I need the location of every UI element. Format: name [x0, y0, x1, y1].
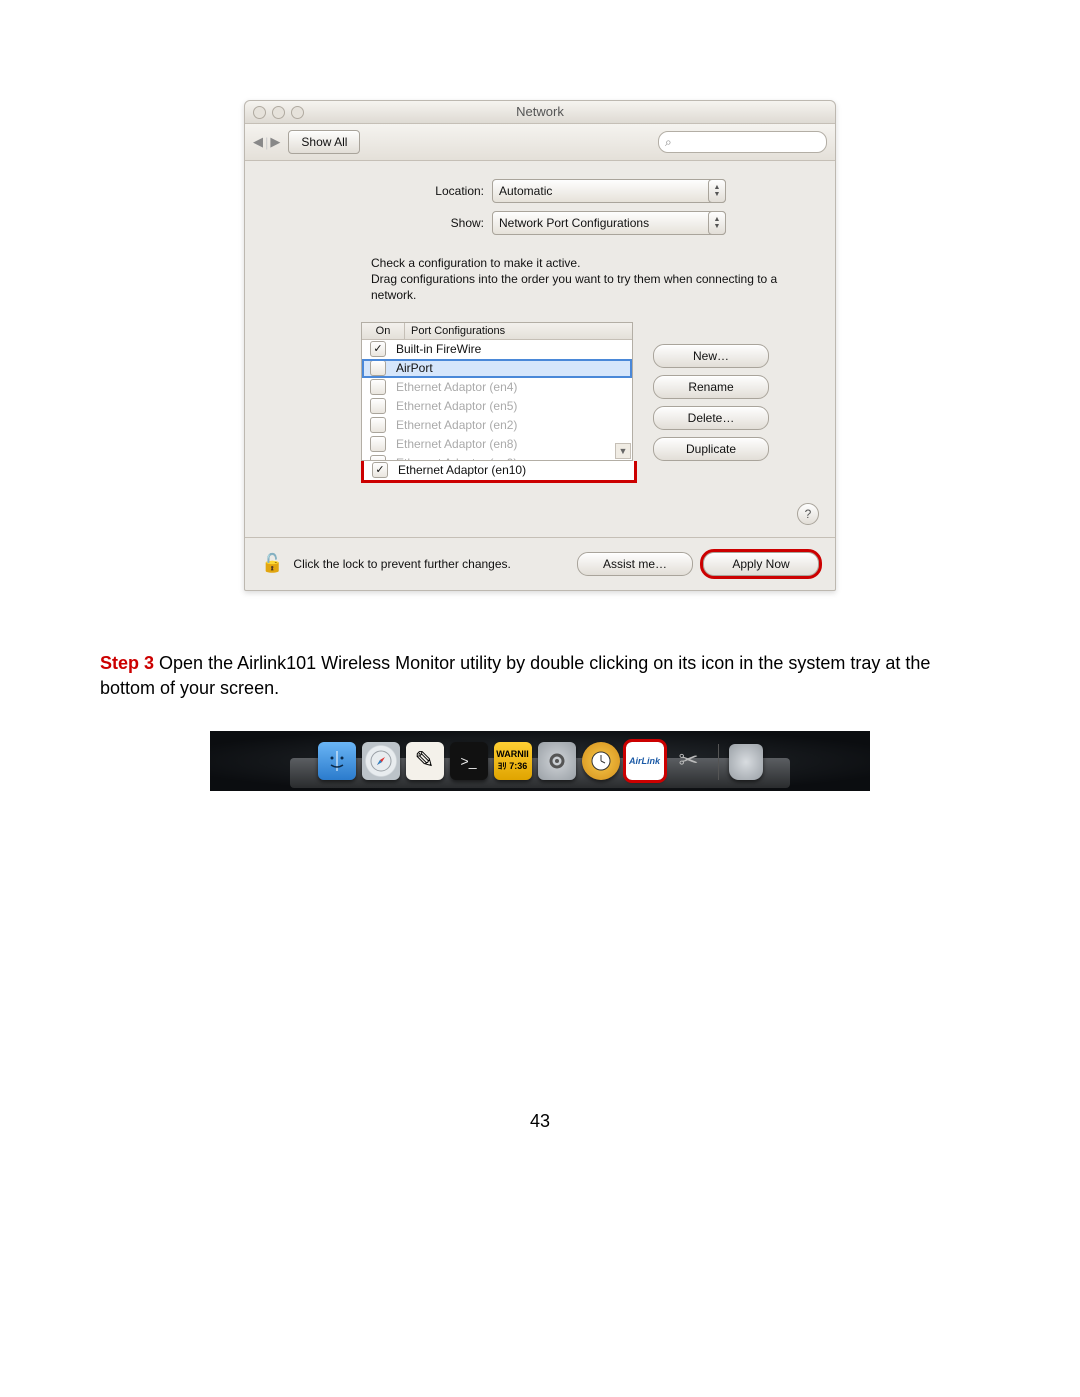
assist-button[interactable]: Assist me…: [577, 552, 693, 576]
delete-button[interactable]: Delete…: [653, 406, 769, 430]
duplicate-button[interactable]: Duplicate: [653, 437, 769, 461]
location-label: Location:: [354, 184, 484, 198]
port-config-table: On Port Configurations ✓ Built-in FireWir…: [361, 322, 637, 483]
show-select[interactable]: Network Port Configurations ▲▼: [492, 211, 726, 235]
search-icon: ⌕: [665, 135, 672, 150]
network-prefs-window: Network ◀ | ▶ Show All ⌕ Location: Autom…: [244, 100, 836, 591]
location-select[interactable]: Automatic ▲▼: [492, 179, 726, 203]
nav-arrows[interactable]: ◀ | ▶: [253, 134, 280, 150]
step3-paragraph: Step 3 Open the Airlink101 Wireless Moni…: [100, 651, 980, 701]
port-checkbox[interactable]: ✓: [372, 462, 388, 478]
port-checkbox[interactable]: [370, 360, 386, 376]
port-row[interactable]: ✓ Built-in FireWire: [362, 340, 632, 359]
lock-text: Click the lock to prevent further change…: [293, 557, 567, 571]
port-name: Ethernet Adaptor (en10): [398, 463, 526, 477]
port-name: Ethernet Adaptor (en5): [396, 399, 517, 413]
port-checkbox[interactable]: [370, 417, 386, 433]
textedit-icon[interactable]: ✎: [406, 742, 444, 780]
port-row[interactable]: AirPort: [362, 359, 632, 378]
port-checkbox[interactable]: [370, 455, 386, 460]
window-title: Network: [245, 101, 835, 123]
finder-icon[interactable]: [318, 742, 356, 780]
show-all-button[interactable]: Show All: [288, 130, 360, 154]
chevron-updown-icon: ▲▼: [708, 211, 726, 235]
port-checkbox[interactable]: [370, 436, 386, 452]
airlink-icon[interactable]: AirLink: [626, 742, 664, 780]
port-row[interactable]: Ethernet Adaptor (en9): [362, 454, 632, 460]
location-value: Automatic: [499, 184, 552, 198]
port-checkbox[interactable]: [370, 398, 386, 414]
port-name: Built-in FireWire: [396, 342, 481, 356]
port-name: Ethernet Adaptor (en8): [396, 437, 517, 451]
port-row-highlighted[interactable]: ✓ Ethernet Adaptor (en10): [361, 461, 637, 483]
step-label: Step 3: [100, 653, 154, 673]
utilities-icon[interactable]: ✂: [670, 742, 708, 780]
port-row[interactable]: Ethernet Adaptor (en8): [362, 435, 632, 454]
apply-now-button[interactable]: Apply Now: [703, 552, 819, 576]
terminal-icon[interactable]: >_: [450, 742, 488, 780]
page-number: 43: [100, 1111, 980, 1132]
show-label: Show:: [354, 216, 484, 230]
rename-button[interactable]: Rename: [653, 375, 769, 399]
port-list[interactable]: ✓ Built-in FireWire AirPort Ethernet Adapto…: [362, 340, 632, 460]
instruction-text: Check a configuration to make it active.…: [371, 255, 801, 304]
chevron-updown-icon: ▲▼: [708, 179, 726, 203]
scroll-down-icon[interactable]: ▼: [615, 443, 631, 459]
port-name: Ethernet Adaptor (en4): [396, 380, 517, 394]
port-name: Ethernet Adaptor (en2): [396, 418, 517, 432]
lock-icon[interactable]: 🔓: [261, 553, 283, 574]
safari-icon[interactable]: [362, 742, 400, 780]
port-checkbox[interactable]: [370, 379, 386, 395]
window-titlebar: Network: [245, 101, 835, 124]
dock-separator: [718, 744, 719, 780]
column-on: On: [362, 323, 405, 339]
port-row[interactable]: Ethernet Adaptor (en4): [362, 378, 632, 397]
show-value: Network Port Configurations: [499, 216, 649, 230]
port-name: Ethernet Adaptor (en9): [396, 456, 517, 460]
sysprefs-icon[interactable]: [538, 742, 576, 780]
dock-screenshot: ✎ >_ WARNII ﾖﾘ 7:36 AirLink ✂: [210, 731, 870, 791]
clock-icon[interactable]: [582, 742, 620, 780]
port-row[interactable]: Ethernet Adaptor (en2): [362, 416, 632, 435]
new-button[interactable]: New…: [653, 344, 769, 368]
search-input[interactable]: ⌕: [658, 131, 827, 153]
port-name: AirPort: [396, 361, 433, 375]
port-checkbox[interactable]: ✓: [370, 341, 386, 357]
port-row[interactable]: Ethernet Adaptor (en5): [362, 397, 632, 416]
column-portconfig: Port Configurations: [405, 323, 632, 339]
window-toolbar: ◀ | ▶ Show All ⌕: [245, 124, 835, 161]
step-text: Open the Airlink101 Wireless Monitor uti…: [100, 653, 930, 698]
trash-icon[interactable]: [729, 744, 763, 780]
help-icon[interactable]: ?: [797, 503, 819, 525]
stickies-icon[interactable]: WARNII ﾖﾘ 7:36: [494, 742, 532, 780]
